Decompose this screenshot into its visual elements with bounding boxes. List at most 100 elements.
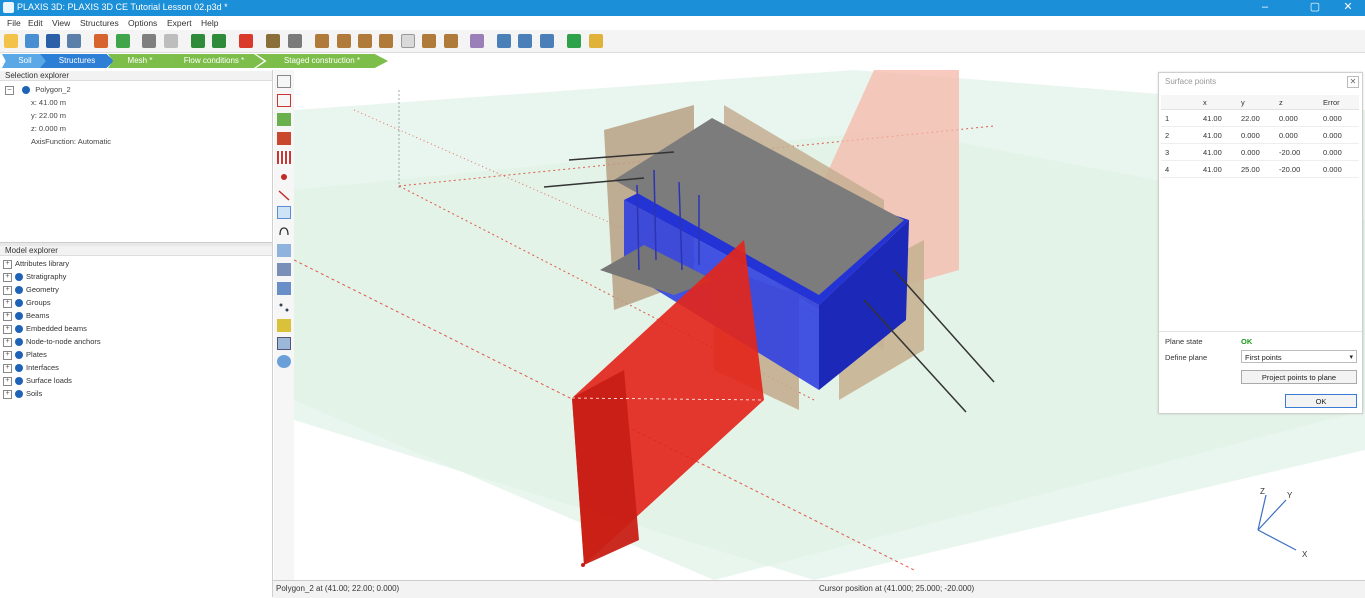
create-flow-icon[interactable]: [277, 355, 291, 368]
menu-help[interactable]: Help: [201, 18, 218, 28]
tree-item-stratigraphy[interactable]: + Stratigraphy: [3, 272, 66, 285]
tree-item-attributes-library[interactable]: + Attributes library: [3, 259, 69, 272]
delete-icon[interactable]: [239, 34, 253, 48]
expand-icon[interactable]: +: [3, 285, 12, 295]
select-arrow-icon[interactable]: [277, 75, 291, 88]
hint-icon[interactable]: [589, 34, 603, 48]
selection-axisfunction[interactable]: AxisFunction: Automatic: [31, 137, 111, 146]
move-icon[interactable]: [567, 34, 581, 48]
expand-icon[interactable]: +: [3, 298, 12, 308]
tree-item-beams[interactable]: + Beams: [3, 311, 49, 324]
polygon-vertex[interactable]: [581, 563, 585, 567]
expand-icon[interactable]: +: [3, 337, 12, 347]
tree-item-plates[interactable]: + Plates: [3, 350, 47, 363]
create-water-level-icon[interactable]: [277, 337, 291, 350]
create-borehole-icon[interactable]: [277, 132, 291, 145]
save-icon[interactable]: [46, 34, 60, 48]
print-icon[interactable]: [288, 34, 302, 48]
tree-item-embedded-beams[interactable]: + Embedded beams: [3, 324, 87, 337]
tree-item-groups[interactable]: + Groups: [3, 298, 51, 311]
tab-staged-construction[interactable]: Staged construction *: [256, 54, 388, 68]
redo-icon[interactable]: [212, 34, 226, 48]
save-as-icon[interactable]: [67, 34, 81, 48]
define-plane-select[interactable]: First points ▾: [1241, 350, 1357, 363]
create-prescribed-displacement-icon[interactable]: [277, 319, 291, 332]
view-perspective-icon[interactable]: [422, 34, 436, 48]
menu-file[interactable]: File: [7, 18, 21, 28]
menu-view[interactable]: View: [52, 18, 70, 28]
menu-structures[interactable]: Structures: [80, 18, 119, 28]
tree-item-geometry[interactable]: + Geometry: [3, 285, 59, 298]
rotate-view-icon[interactable]: [470, 34, 484, 48]
create-load-icon[interactable]: [277, 282, 291, 295]
table-row[interactable]: 4 41.00 25.00 -20.00 0.000: [1161, 160, 1359, 178]
array-icon[interactable]: [277, 151, 291, 164]
x-axis: [1257, 529, 1297, 551]
create-polygon-icon[interactable]: [277, 206, 291, 219]
create-point-icon[interactable]: [277, 170, 291, 183]
tree-item-soils[interactable]: + Soils: [3, 389, 42, 402]
define-plane-label: Define plane: [1165, 353, 1208, 362]
maximize-button[interactable]: ▢: [1301, 0, 1329, 16]
move-object-icon[interactable]: [277, 113, 291, 126]
selection-y[interactable]: y: 22.00 m: [31, 111, 66, 120]
minimize-button[interactable]: –: [1251, 0, 1279, 16]
report-icon[interactable]: [266, 34, 280, 48]
create-surface-icon[interactable]: [277, 225, 291, 238]
undo-icon[interactable]: [191, 34, 205, 48]
tab-structures[interactable]: Structures: [40, 54, 114, 68]
tab-mesh[interactable]: Mesh *: [108, 54, 172, 68]
menu-edit[interactable]: Edit: [28, 18, 43, 28]
new-project-icon[interactable]: [4, 34, 18, 48]
expand-icon[interactable]: +: [3, 259, 12, 269]
select-rectangle-icon[interactable]: [277, 94, 291, 107]
create-line-icon[interactable]: [277, 189, 291, 202]
view-iso-icon[interactable]: [444, 34, 458, 48]
open-project-icon[interactable]: [25, 34, 39, 48]
create-geogrid-icon[interactable]: [277, 301, 291, 314]
ok-button[interactable]: OK: [1285, 394, 1357, 408]
expand-icon[interactable]: +: [3, 389, 12, 399]
table-row[interactable]: 1 41.00 22.00 0.000 0.000: [1161, 109, 1359, 127]
collapse-icon[interactable]: –: [5, 85, 14, 95]
expand-icon[interactable]: +: [3, 350, 12, 360]
tree-item-node-to-node-anchors[interactable]: + Node-to-node anchors: [3, 337, 101, 350]
zoom-in-icon[interactable]: [497, 34, 511, 48]
view-back-icon[interactable]: [379, 34, 393, 48]
selection-item[interactable]: – Polygon_2: [5, 85, 71, 95]
status-selection: Polygon_2 at (41.00; 22.00; 0.000): [276, 584, 400, 593]
tree-item-interfaces[interactable]: + Interfaces: [3, 363, 59, 376]
zoom-out-icon[interactable]: [518, 34, 532, 48]
selection-z[interactable]: z: 0.000 m: [31, 124, 66, 133]
project-points-button[interactable]: Project points to plane: [1241, 370, 1357, 384]
import-icon[interactable]: [94, 34, 108, 48]
table-row[interactable]: 3 41.00 0.000 -20.00 0.000: [1161, 143, 1359, 161]
expand-icon[interactable]: +: [3, 311, 12, 321]
expand-icon[interactable]: +: [3, 376, 12, 386]
model-explorer-header: Model explorer: [0, 246, 272, 256]
menu-expert[interactable]: Expert: [167, 18, 192, 28]
link-icon[interactable]: [142, 34, 156, 48]
tree-item-surface-loads[interactable]: + Surface loads: [3, 376, 72, 389]
expand-icon[interactable]: +: [3, 363, 12, 373]
plane-state-value: OK: [1241, 337, 1253, 346]
view-top-icon[interactable]: [315, 34, 329, 48]
view-front-icon[interactable]: [337, 34, 351, 48]
selection-x[interactable]: x: 41.00 m: [31, 98, 66, 107]
zoom-window-icon[interactable]: [540, 34, 554, 48]
create-beam-icon[interactable]: [277, 263, 291, 276]
view-bottom-icon[interactable]: [401, 34, 415, 48]
close-icon[interactable]: ✕: [1347, 76, 1359, 88]
expand-icon[interactable]: +: [3, 272, 12, 282]
create-plate-icon[interactable]: [277, 244, 291, 257]
expand-icon[interactable]: +: [3, 324, 12, 334]
table-row[interactable]: 2 41.00 0.000 0.000 0.000: [1161, 126, 1359, 144]
close-button[interactable]: ✕: [1334, 0, 1362, 16]
menu-options[interactable]: Options: [128, 18, 157, 28]
unlink-icon[interactable]: [164, 34, 178, 48]
left-panel-border[interactable]: [272, 70, 273, 597]
view-side-icon[interactable]: [358, 34, 372, 48]
export-icon[interactable]: [116, 34, 130, 48]
tab-soil[interactable]: Soil: [2, 54, 48, 68]
tab-flow-conditions[interactable]: Flow conditions *: [164, 54, 264, 68]
